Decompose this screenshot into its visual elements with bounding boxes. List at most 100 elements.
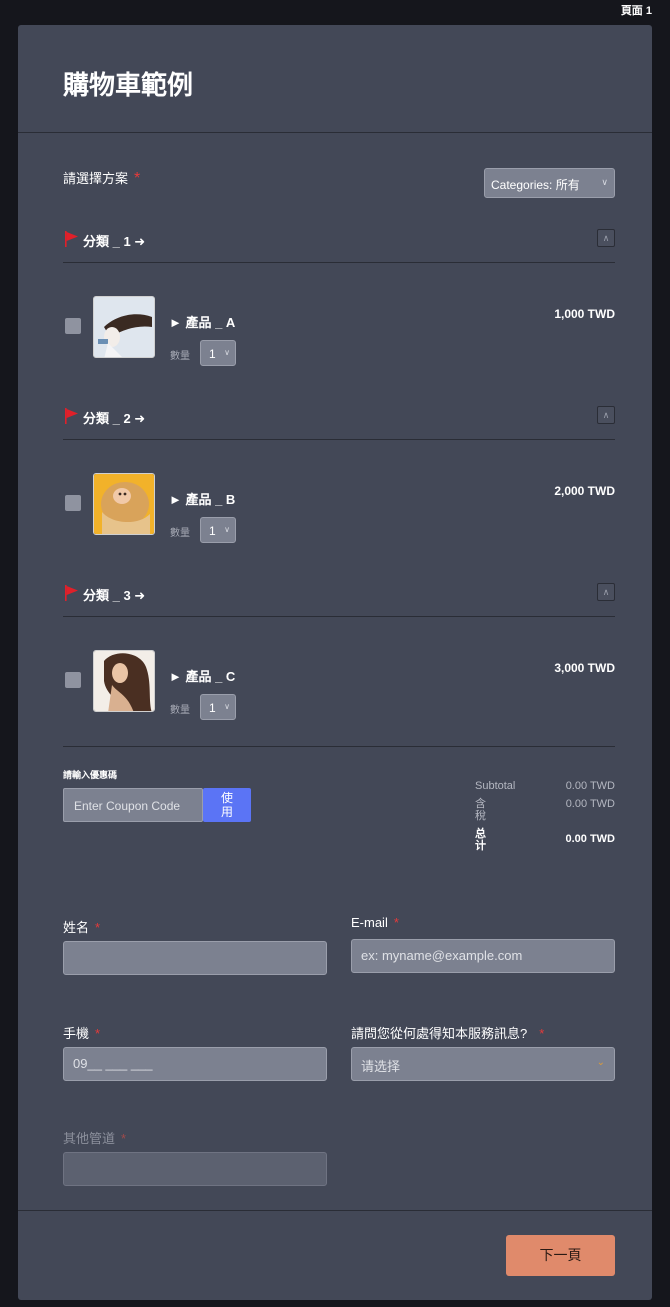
tax-label-1: 含 [475, 798, 486, 810]
chevron-down-icon: ∨ [224, 525, 230, 534]
required-marker: * [95, 920, 101, 935]
product-name: ► 產品 _ A [169, 315, 236, 330]
category-3: 分類 _ 3 ➜ ∧ ► 產品 _ C 數量 1 ∨ 3,000 TWD [63, 579, 615, 737]
total-label-2: 计 [475, 840, 486, 852]
subtotal-value: 0.00 TWD [565, 780, 615, 792]
source-label-row: 請問您從何處得知本服務訊息? * [351, 1023, 615, 1047]
coupon-label: 請輸入優惠碼 [63, 770, 118, 780]
other-channel-field: 其他管道 * [63, 1128, 327, 1186]
tax-label: 含稅 [475, 798, 487, 822]
section-divider [63, 746, 615, 747]
email-label-row: E-mail * [351, 915, 615, 939]
quantity-select[interactable]: 1 ∨ [200, 517, 236, 543]
product-image [93, 650, 155, 712]
plan-label: 請選擇方案 [63, 171, 129, 186]
product-price: 2,000 TWD [554, 484, 615, 498]
quantity-label: 數量 [170, 528, 190, 539]
phone-field: 手機 * 09__ ___ ___ [63, 1023, 327, 1081]
product-price: 1,000 TWD [554, 307, 615, 321]
category-title: 分類 _ 2 ➜ [83, 411, 146, 426]
product-checkbox[interactable] [65, 495, 81, 511]
subtotal-label: Subtotal [475, 780, 516, 792]
quantity-label: 數量 [170, 705, 190, 716]
phone-label: 手機 [63, 1026, 90, 1041]
quantity-value: 1 [209, 701, 216, 715]
chevron-down-icon: ⌄ [596, 1057, 605, 1068]
total-label-1: 总 [475, 828, 486, 840]
required-marker: * [134, 170, 141, 187]
other-channel-label: 其他管道 [63, 1131, 116, 1146]
other-channel-input[interactable] [63, 1152, 327, 1186]
quantity-select[interactable]: 1 ∨ [200, 340, 236, 366]
product-row: ► 產品 _ A 數量 1 ∨ 1,000 TWD [63, 263, 615, 383]
email-input[interactable]: ex: myname@example.com [351, 939, 615, 973]
category-1: 分類 _ 1 ➜ ∧ ► 產品 _ A 數量 1 ∨ 1,000 TWD [63, 225, 615, 383]
total-value: 0.00 TWD [565, 833, 615, 845]
next-page-button[interactable]: 下一頁 [506, 1235, 615, 1276]
coupon-input[interactable]: Enter Coupon Code [63, 788, 203, 822]
tax-value: 0.00 TWD [565, 798, 615, 810]
required-marker: * [539, 1026, 545, 1041]
flag-icon [65, 585, 78, 601]
required-marker: * [121, 1131, 127, 1146]
category-2: 分類 _ 2 ➜ ∧ ► 產品 _ B 數量 1 ∨ 2,000 TWD [63, 402, 615, 560]
name-field: 姓名 * [63, 917, 327, 975]
product-checkbox[interactable] [65, 672, 81, 688]
form-header: 購物車範例 [18, 25, 652, 133]
phone-label-row: 手機 * [63, 1023, 327, 1047]
category-header: 分類 _ 1 ➜ ∧ [63, 225, 615, 263]
plan-select-row: 請選擇方案 * Categories: 所有 ∨ [63, 168, 615, 208]
apply-coupon-button[interactable]: 使 用 [203, 788, 251, 822]
apply-coupon-label-2: 用 [220, 805, 233, 819]
category-header: 分類 _ 2 ➜ ∧ [63, 402, 615, 440]
quantity-label: 數量 [170, 351, 190, 362]
product-row: ► 產品 _ B 數量 1 ∨ 2,000 TWD [63, 440, 615, 560]
total-row: 总计 0.00 TWD [475, 828, 615, 858]
order-totals: Subtotal 0.00 TWD 含稅 0.00 TWD 总计 0.00 TW… [475, 780, 615, 858]
quantity-value: 1 [209, 524, 216, 538]
source-label: 請問您從何處得知本服務訊息? [351, 1026, 528, 1041]
collapse-button[interactable]: ∧ [597, 583, 615, 601]
quantity-value: 1 [209, 347, 216, 361]
product-row: ► 產品 _ C 數量 1 ∨ 3,000 TWD [63, 617, 615, 737]
flag-icon [65, 231, 78, 247]
category-header: 分類 _ 3 ➜ ∧ [63, 579, 615, 617]
phone-input[interactable]: 09__ ___ ___ [63, 1047, 327, 1081]
page-indicator: 頁面 1 [620, 5, 652, 17]
email-label: E-mail [351, 915, 388, 930]
chevron-down-icon: ∨ [224, 702, 230, 711]
collapse-button[interactable]: ∧ [597, 406, 615, 424]
name-input[interactable] [63, 941, 327, 975]
product-name: ► 產品 _ C [169, 669, 236, 684]
name-label-row: 姓名 * [63, 917, 327, 941]
collapse-button[interactable]: ∧ [597, 229, 615, 247]
form-card: 購物車範例 請選擇方案 * Categories: 所有 ∨ 分類 _ 1 ➜ ∧… [18, 25, 652, 1300]
product-name: ► 產品 _ B [169, 492, 236, 507]
product-image [93, 473, 155, 535]
name-label: 姓名 [63, 920, 90, 935]
source-field: 請問您從何處得知本服務訊息? * 请选择 ⌄ [351, 1023, 615, 1081]
chevron-down-icon: ∨ [224, 348, 230, 357]
footer-divider [18, 1210, 652, 1211]
product-checkbox[interactable] [65, 318, 81, 334]
total-label: 总计 [475, 828, 487, 852]
required-marker: * [95, 1026, 101, 1041]
source-select-value: 请选择 [361, 1059, 401, 1074]
tax-label-2: 稅 [475, 810, 486, 822]
flag-icon [65, 408, 78, 424]
email-field: E-mail * ex: myname@example.com [351, 915, 615, 973]
tax-row: 含稅 0.00 TWD [475, 798, 615, 828]
other-label-row: 其他管道 * [63, 1128, 327, 1152]
subtotal-row: Subtotal 0.00 TWD [475, 780, 615, 798]
quantity-select[interactable]: 1 ∨ [200, 694, 236, 720]
required-marker: * [393, 915, 399, 930]
category-filter-select[interactable]: Categories: 所有 ∨ [484, 168, 615, 198]
category-title: 分類 _ 1 ➜ [83, 234, 146, 249]
category-filter-value: Categories: 所有 [491, 178, 580, 192]
chevron-down-icon: ∨ [601, 177, 608, 187]
product-image [93, 296, 155, 358]
form-title: 購物車範例 [63, 70, 194, 100]
category-title: 分類 _ 3 ➜ [83, 588, 146, 603]
source-select[interactable]: 请选择 ⌄ [351, 1047, 615, 1081]
apply-coupon-label-1: 使 [220, 791, 233, 805]
